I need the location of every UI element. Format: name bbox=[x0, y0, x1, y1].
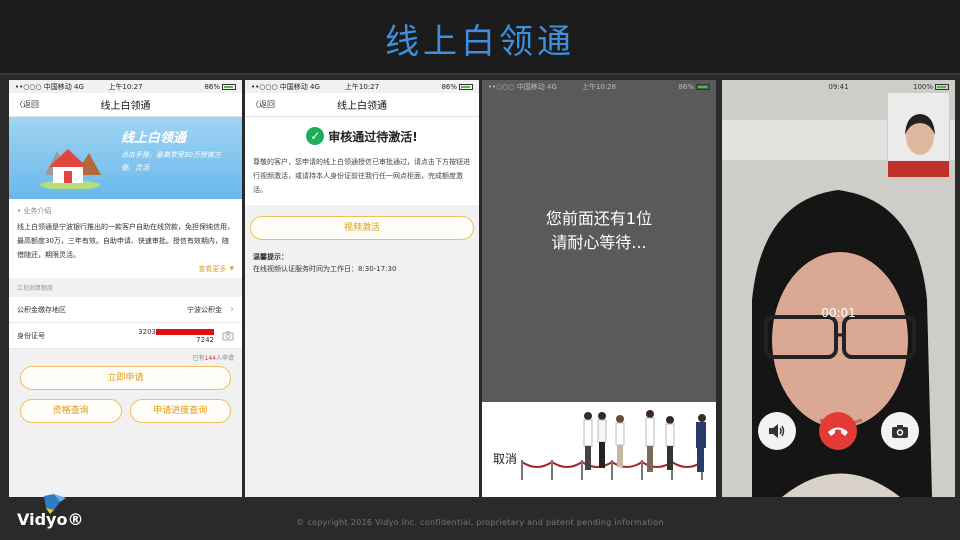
nav-title: 线上白领通 bbox=[337, 101, 387, 112]
approval-text: 尊敬的客户，您申请的线上白领通授信已审批通过，请点击下方按钮进行视频激活，或请持… bbox=[253, 158, 470, 194]
intro-label: • 业务介绍 bbox=[17, 207, 52, 215]
nav-bar: 〈返回 线上白领通 bbox=[9, 93, 242, 117]
switch-camera-button[interactable] bbox=[881, 412, 919, 450]
slide-title: 线上白领通 bbox=[385, 22, 575, 62]
phone-screen-video-call: 09:41 100% 00:01 bbox=[722, 80, 955, 497]
id-number-field[interactable]: 3203 7242 bbox=[127, 328, 222, 344]
phone-screen-queue: ••○○○ 中国移动 4G 上午10:28 86% 您前面还有1位 请耐心等待.… bbox=[482, 80, 716, 497]
phone-screen-apply: ••○○○ 中国移动 4G 上午10:27 86% 〈返回 线上白领通 线上白领… bbox=[9, 80, 242, 497]
queue-wait-note: 请耐心等待... bbox=[551, 233, 647, 252]
carrier-label: ••○○○ 中国移动 4G bbox=[488, 82, 557, 91]
battery-icon bbox=[935, 83, 950, 90]
speaker-icon bbox=[769, 424, 785, 438]
house-illustration-icon bbox=[40, 149, 101, 189]
banner-subtitle: 点击手指，最高享受30万授信方便、灵活 bbox=[121, 151, 221, 172]
nav-title: 线上白领通 bbox=[100, 101, 151, 112]
copyright-footer: © copyright 2016 Vidyo Inc. confidential… bbox=[296, 518, 664, 527]
approval-card: ✓ 审核通过待激活! 尊敬的客户，您申请的线上白领通授信已审批通过，请点击下方按… bbox=[245, 117, 479, 205]
hang-up-button[interactable] bbox=[819, 412, 857, 450]
tip-text: 在线视频认证服务时间为工作日：8:30-17:30 bbox=[253, 265, 397, 273]
check-icon: ✓ bbox=[306, 127, 325, 145]
cancel-button[interactable]: 取消 bbox=[493, 450, 517, 467]
chevron-right-icon: › bbox=[230, 304, 234, 315]
banner-title: 线上白领通 bbox=[121, 131, 187, 146]
battery-indicator: 86% bbox=[399, 83, 473, 91]
status-bar: ••○○○ 中国移动 4G 上午10:27 86% bbox=[9, 80, 242, 93]
clock-label: 上午10:27 bbox=[108, 82, 143, 91]
id-number-label: 身份证号 bbox=[17, 331, 45, 340]
fund-region-value: 宁波公积金 bbox=[187, 305, 222, 314]
camera-icon[interactable] bbox=[222, 331, 234, 341]
carrier-label: ••○○○ 中国移动 4G bbox=[251, 82, 320, 91]
id-number-row[interactable]: 身份证号 3203 7242 bbox=[9, 323, 242, 349]
count-number: 144 bbox=[204, 355, 216, 362]
progress-button[interactable]: 申请进度查询 bbox=[129, 399, 231, 423]
queue-illustration: 取消 bbox=[482, 402, 716, 497]
intro-section: • 业务介绍 线上白领通是宁波银行推出的一款客户自助在线贷款，免担保纯信用，最高… bbox=[9, 199, 242, 278]
camera-icon bbox=[892, 424, 908, 438]
carrier-label: ••○○○ 中国移动 4G bbox=[15, 82, 84, 91]
redaction-mark bbox=[156, 328, 214, 335]
see-more-link[interactable]: 查看更多 ▾ bbox=[17, 264, 234, 274]
see-more-label: 查看更多 bbox=[198, 265, 227, 273]
applicant-count: 已有144人申请 bbox=[9, 349, 242, 366]
queue-people-icon bbox=[521, 410, 706, 480]
battery-icon bbox=[222, 83, 237, 90]
battery-percent: 86% bbox=[441, 82, 457, 91]
status-bar: ••○○○ 中国移动 4G 上午10:28 86% bbox=[482, 80, 716, 93]
promo-banner[interactable]: 线上白领通 点击手指，最高享受30万授信方便、灵活 bbox=[9, 117, 242, 199]
battery-percent: 86% bbox=[204, 82, 221, 91]
back-button[interactable]: 〈返回 bbox=[251, 99, 275, 110]
speaker-button[interactable] bbox=[758, 412, 796, 450]
battery-icon bbox=[696, 83, 710, 90]
count-prefix: 已有 bbox=[192, 355, 205, 362]
fund-region-row[interactable]: 公积金缴存地区 宁波公积金 › bbox=[9, 297, 242, 323]
self-view-pip[interactable] bbox=[887, 92, 950, 178]
battery-icon bbox=[459, 83, 473, 90]
phone-screen-approved: ••○○○ 中国移动 4G 上午10:27 86% 〈返回 线上白领通 ✓ 审核… bbox=[245, 80, 479, 497]
intro-text: 线上白领通是宁波银行推出的一款客户自助在线贷款，免担保纯信用，最高额度30万，三… bbox=[17, 223, 234, 259]
count-suffix: 人申请 bbox=[215, 355, 234, 362]
battery-indicator: 100% bbox=[875, 82, 950, 91]
qualify-button[interactable]: 资格查询 bbox=[20, 399, 122, 423]
chevron-down-icon: ▾ bbox=[226, 264, 234, 274]
clock-label: 上午10:28 bbox=[581, 82, 617, 91]
battery-indicator: 86% bbox=[162, 82, 237, 91]
queue-position: 您前面还有1位 bbox=[545, 209, 653, 228]
battery-percent: 86% bbox=[678, 82, 694, 91]
approval-title: 审核通过待激活! bbox=[328, 129, 418, 144]
apply-button[interactable]: 立即申请 bbox=[20, 366, 231, 390]
back-button[interactable]: 〈返回 bbox=[15, 99, 39, 110]
self-view-feed bbox=[888, 93, 949, 177]
approval-heading: ✓ 审核通过待激活! bbox=[253, 127, 471, 145]
video-activate-button[interactable]: 视频激活 bbox=[250, 216, 474, 240]
phone-hangup-icon bbox=[828, 427, 848, 436]
clock-label: 09:41 bbox=[828, 82, 849, 91]
battery-percent: 100% bbox=[913, 82, 934, 91]
id-suffix: 7242 bbox=[196, 335, 214, 344]
queue-message: 您前面还有1位 请耐心等待... bbox=[482, 207, 716, 255]
call-timer: 00:01 bbox=[821, 306, 856, 320]
tip-title: 温馨提示： bbox=[253, 253, 288, 261]
group-label: 立划测算额度 bbox=[9, 278, 242, 297]
battery-indicator: 86% bbox=[636, 83, 710, 91]
status-bar: ••○○○ 中国移动 4G 上午10:27 86% bbox=[245, 80, 479, 93]
nav-bar: 〈返回 线上白领通 bbox=[245, 93, 479, 117]
fund-region-label: 公积金缴存地区 bbox=[17, 305, 66, 314]
clock-label: 上午10:27 bbox=[344, 82, 380, 91]
id-prefix: 3203 bbox=[138, 327, 156, 336]
